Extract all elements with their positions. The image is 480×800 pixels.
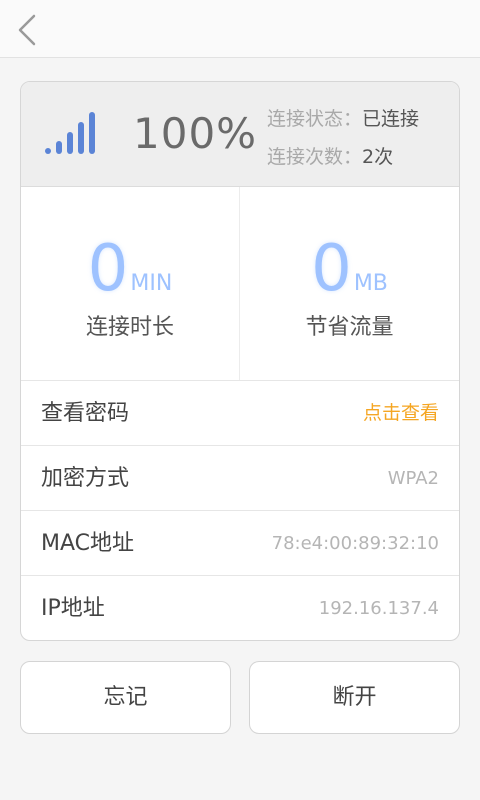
ip-label: IP地址 (41, 596, 105, 621)
password-label: 查看密码 (41, 401, 130, 426)
duration-value: 0 (87, 232, 129, 306)
status-lines: 连接状态：已连接 连接次数：2次 (267, 100, 419, 176)
wifi-detail-card: 100% 连接状态：已连接 连接次数：2次 0MIN 连接时长 0MB 节省流量… (20, 81, 460, 641)
connection-count-label: 连接次数： (267, 146, 363, 168)
info-row-mac: MAC地址 78:e4:00:89:32:10 (21, 511, 459, 576)
saved-value: 0 (311, 232, 352, 306)
back-button[interactable] (8, 8, 48, 52)
stat-data-saved: 0MB 节省流量 (240, 187, 459, 380)
connection-state-label: 连接状态： (267, 108, 363, 130)
info-row-password: 查看密码 点击查看 (21, 381, 459, 446)
duration-label: 连接时长 (85, 315, 174, 340)
chevron-left-icon (18, 14, 36, 46)
disconnect-button[interactable]: 断开 (249, 661, 460, 734)
stat-connection-duration: 0MIN 连接时长 (21, 187, 240, 380)
wifi-signal-bars-icon (45, 112, 95, 154)
top-bar (0, 0, 480, 58)
info-row-ip: IP地址 192.16.137.4 (21, 576, 459, 640)
encryption-label: 加密方式 (41, 466, 130, 491)
connection-state: 连接状态：已连接 (267, 100, 419, 138)
saved-unit: MB (353, 271, 388, 296)
mac-label: MAC地址 (41, 531, 135, 556)
signal-strength-percent: 100% (133, 109, 258, 158)
forget-network-button[interactable]: 忘记 (20, 661, 231, 734)
connection-state-value: 已连接 (362, 108, 420, 130)
encryption-value: WPA2 (387, 468, 439, 489)
stats-row: 0MIN 连接时长 0MB 节省流量 (21, 187, 459, 381)
info-row-encryption: 加密方式 WPA2 (21, 446, 459, 511)
ip-value: 192.16.137.4 (318, 598, 439, 619)
duration-unit: MIN (130, 271, 173, 296)
connection-count: 连接次数：2次 (267, 138, 419, 176)
connection-status-header: 100% 连接状态：已连接 连接次数：2次 (21, 82, 459, 187)
saved-label: 节省流量 (305, 315, 394, 340)
connection-count-value: 2次 (362, 146, 394, 168)
mac-value: 78:e4:00:89:32:10 (271, 533, 439, 554)
view-password-link[interactable]: 点击查看 (363, 381, 439, 446)
